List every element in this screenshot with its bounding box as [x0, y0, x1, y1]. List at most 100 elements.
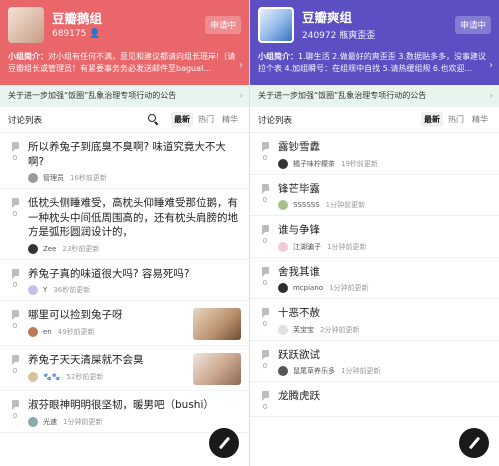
tab-hot[interactable]: 热门: [195, 112, 217, 127]
post-title[interactable]: 龙腾虎跃: [278, 389, 491, 404]
post-title[interactable]: 养兔子真的味道很大吗? 容易死吗?: [28, 267, 241, 282]
notice-banner[interactable]: 关于进一步加强“饭圈”乱象治理专项行动的公告 ›: [0, 85, 249, 107]
apply-button[interactable]: 申请中: [455, 16, 491, 34]
member-suffix: 瓶爽歪歪: [339, 30, 376, 41]
chevron-right-icon[interactable]: ›: [239, 60, 243, 71]
new-post-button[interactable]: [459, 428, 489, 458]
post-time: 1分钟前更新: [63, 417, 103, 426]
post-author[interactable]: SSSSSS: [293, 201, 320, 209]
post-title[interactable]: 淑芬眼神明明很坚韧，暖男吧（bushi）: [28, 398, 241, 413]
post-author[interactable]: 光速: [43, 417, 57, 427]
tab-latest[interactable]: 最新: [171, 112, 193, 127]
avatar[interactable]: [278, 158, 288, 169]
tab-featured[interactable]: 精华: [469, 112, 491, 127]
list-item[interactable]: 0 所以养兔子到底臭不臭啊? 味道究竟大不大啊? 管理员 16秒前更新: [0, 133, 249, 189]
post-title[interactable]: 十恶不赦: [278, 306, 491, 321]
pen-icon: [468, 436, 480, 450]
list-header: 讨论列表 最新 热门 精华: [0, 107, 249, 133]
list-item[interactable]: 0 哪里可以捡到兔子呀 en 49秒前更新: [0, 301, 249, 346]
post-author[interactable]: 鼠尾草养乐多: [293, 366, 335, 376]
post-thumbnail[interactable]: [193, 308, 241, 340]
post-title[interactable]: 所以养兔子到底臭不臭啊? 味道究竟大不大啊?: [28, 140, 241, 169]
avatar[interactable]: [28, 416, 38, 427]
group-avatar[interactable]: [8, 7, 44, 43]
reply-count: 0: [262, 195, 268, 204]
search-icon[interactable]: [148, 114, 159, 125]
list-item[interactable]: 0 锋芒毕露 SSSSSS 1分钟前更新: [250, 175, 499, 216]
list-item[interactable]: 0 谁与争锋 江湖骗子 1分钟前更新: [250, 216, 499, 258]
post-author[interactable]: 芙宝宝: [293, 325, 314, 335]
chevron-right-icon[interactable]: ›: [489, 60, 493, 71]
post-title[interactable]: 谁与争锋: [278, 223, 491, 238]
comment-icon: [261, 391, 269, 401]
list-item[interactable]: 0 低枕头侧睡难受，高枕头仰睡难受那位鹅，有一种枕头中间低周围高的，还有枕头肩膀…: [0, 189, 249, 260]
post-thumbnail[interactable]: [193, 353, 241, 385]
list-item[interactable]: 0 十恶不赦 芙宝宝 2分钟前更新: [250, 299, 499, 341]
post-author[interactable]: 管理员: [43, 173, 64, 183]
post-author[interactable]: mcpiano: [293, 284, 323, 292]
avatar[interactable]: [28, 285, 38, 295]
reply-count: 0: [262, 320, 268, 328]
new-post-button[interactable]: [209, 428, 239, 458]
avatar[interactable]: [278, 283, 288, 293]
list-item[interactable]: 0 露钞雪纛 橘子味柠檬茶 19秒前更新: [250, 133, 499, 175]
comment-icon: [261, 266, 269, 277]
group-intro[interactable]: 小组简介：对小组有任何不满，意见和建议都请向组长瑶岸!（请豆瓣组长或管理员！有紧…: [8, 51, 241, 75]
avatar[interactable]: [278, 366, 288, 376]
avatar[interactable]: [28, 371, 38, 382]
list-item[interactable]: 0 跃跃欲试 鼠尾草养乐多 1分钟前更新: [250, 341, 499, 382]
post-title[interactable]: 舍我其谁: [278, 265, 491, 280]
reply-count: 0: [12, 210, 18, 218]
avatar[interactable]: [28, 243, 38, 254]
post-time: 1分钟前更新: [329, 284, 369, 292]
post-author[interactable]: Y: [43, 286, 47, 294]
list-item[interactable]: 0 舍我其谁 mcpiano 1分钟前更新: [250, 258, 499, 299]
post-title[interactable]: 露钞雪纛: [278, 140, 491, 155]
tab-latest[interactable]: 最新: [421, 112, 443, 127]
post-title[interactable]: 锋芒毕露: [278, 182, 491, 197]
list-item[interactable]: 0 淑芬眼神明明很坚韧，暖男吧（bushi） 光速 1分钟前更新: [0, 391, 249, 433]
list-item[interactable]: 0 龙腾虎跃: [250, 382, 499, 417]
avatar[interactable]: [28, 326, 38, 337]
reply-count: 0: [12, 412, 18, 420]
post-time: 49秒前更新: [57, 327, 95, 336]
post-title[interactable]: 低枕头侧睡难受，高枕头仰睡难受那位鹅，有一种枕头中间低周围高的，还有枕头肩膀的地…: [28, 196, 241, 240]
avatar[interactable]: [278, 241, 288, 252]
comment-icon: [261, 183, 269, 194]
post-author[interactable]: en: [43, 328, 52, 336]
notice-banner[interactable]: 关于进一步加强“饭圈”乱象治理专项行动的公告 ›: [250, 85, 499, 107]
post-time: 52秒前更新: [66, 372, 104, 381]
post-author[interactable]: 江湖骗子: [293, 242, 321, 252]
group-name: 豆瓣鹅组: [52, 11, 103, 26]
group-intro[interactable]: 小组简介：1.聊生活 2.做最好的爽歪歪 3.数据贴多多，没事建议拉个表 4.加…: [258, 51, 491, 75]
chevron-right-icon: ›: [489, 91, 493, 100]
avatar[interactable]: [28, 173, 38, 183]
post-author[interactable]: Zee: [43, 245, 56, 253]
post-time: 1分钟前更新: [327, 242, 367, 251]
list-header: 讨论列表 最新 热门 精华: [250, 107, 499, 133]
post-title[interactable]: 跃跃欲试: [278, 348, 491, 363]
post-author[interactable]: 橘子味柠檬茶: [293, 159, 335, 169]
avatar[interactable]: [278, 200, 288, 210]
comment-icon: [261, 308, 269, 318]
group-header: 豆瓣爽组 240972 瓶爽歪歪 申请中 小组简介：1.聊生活 2.做最好的爽歪…: [250, 0, 499, 85]
comment-icon: [11, 310, 19, 320]
group-member-count: 689175 👤: [52, 29, 205, 39]
avatar[interactable]: [278, 324, 288, 335]
tab-hot[interactable]: 热门: [445, 112, 467, 127]
post-title[interactable]: 哪里可以捡到兔子呀: [28, 308, 187, 323]
list-title: 讨论列表: [258, 115, 293, 126]
tab-featured[interactable]: 精华: [219, 112, 241, 127]
post-time: 36秒前更新: [53, 286, 91, 294]
comment-icon: [11, 142, 19, 152]
list-item[interactable]: 0 养兔子天天清屎就不会臭 🐾🐾 52秒前更新: [0, 346, 249, 391]
post-list: 0 所以养兔子到底臭不臭啊? 味道究竟大不大啊? 管理员 16秒前更新 0 低枕头…: [0, 133, 249, 433]
notice-text: 关于进一步加强“饭圈”乱象治理专项行动的公告: [258, 91, 427, 100]
list-item[interactable]: 0 养兔子真的味道很大吗? 容易死吗? Y 36秒前更新: [0, 260, 249, 301]
chevron-right-icon: ›: [239, 91, 243, 100]
group-avatar[interactable]: [258, 7, 294, 43]
post-author[interactable]: 🐾🐾: [43, 373, 60, 381]
post-title[interactable]: 养兔子天天清屎就不会臭: [28, 353, 187, 368]
post-list: 0 露钞雪纛 橘子味柠檬茶 19秒前更新 0 锋芒毕露 SSSSSS 1分钟前更新 …: [250, 133, 499, 417]
apply-button[interactable]: 申请中: [205, 16, 241, 34]
